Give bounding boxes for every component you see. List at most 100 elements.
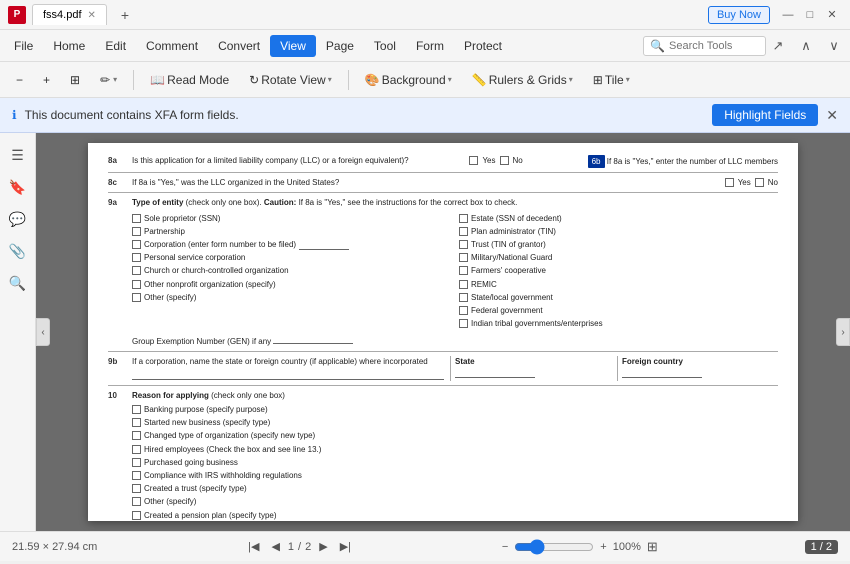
sidebar-icon-bookmark[interactable]: 🔖 bbox=[4, 173, 32, 201]
menu-view[interactable]: View bbox=[270, 35, 316, 57]
menu-home[interactable]: Home bbox=[43, 35, 95, 57]
checkbox-purchased[interactable] bbox=[132, 458, 141, 467]
zoom-in-icon: + bbox=[43, 73, 50, 87]
sidebar-icon-search[interactable]: 🔍 bbox=[4, 269, 32, 297]
checkbox-8a-no[interactable] bbox=[500, 156, 509, 165]
settings-icon[interactable]: ∧ bbox=[794, 34, 818, 58]
checkbox-indian[interactable] bbox=[459, 319, 468, 328]
menu-comment[interactable]: Comment bbox=[136, 35, 208, 57]
checkbox-other-10[interactable] bbox=[132, 497, 141, 506]
sidebar-icon-comment[interactable]: 💬 bbox=[4, 205, 32, 233]
menu-protect[interactable]: Protect bbox=[454, 35, 512, 57]
entity-col-left: Sole proprietor (SSN) Partnership Corpor… bbox=[132, 213, 451, 332]
gen-input[interactable] bbox=[273, 334, 353, 344]
sidebar-icon-menu[interactable]: ☰ bbox=[4, 141, 32, 169]
checkbox-federal[interactable] bbox=[459, 306, 468, 315]
country-header: Foreign country bbox=[622, 356, 778, 367]
toolbar-separator-1 bbox=[133, 70, 134, 90]
read-mode-label: Read Mode bbox=[167, 73, 229, 87]
corp-input[interactable] bbox=[299, 240, 349, 250]
background-icon: 🎨 bbox=[365, 73, 380, 87]
buy-now-button[interactable]: Buy Now bbox=[708, 6, 770, 24]
menu-page[interactable]: Page bbox=[316, 35, 364, 57]
zoom-in-button[interactable]: + bbox=[35, 69, 58, 91]
menu-form[interactable]: Form bbox=[406, 35, 454, 57]
checkbox-changed[interactable] bbox=[132, 431, 141, 440]
tab-add-button[interactable]: + bbox=[113, 4, 137, 26]
search-input[interactable] bbox=[669, 40, 759, 52]
checkbox-remic[interactable] bbox=[459, 280, 468, 289]
menu-tool[interactable]: Tool bbox=[364, 35, 406, 57]
entity-other: Other (specify) bbox=[132, 292, 451, 303]
checkbox-corp[interactable] bbox=[132, 240, 141, 249]
checkbox-trust[interactable] bbox=[459, 240, 468, 249]
sidebar-icon-attachment[interactable]: 📎 bbox=[4, 237, 32, 265]
collapse-right-button[interactable]: › bbox=[836, 318, 850, 346]
checkbox-church[interactable] bbox=[132, 266, 141, 275]
tile-button[interactable]: ⊞ Tile ▾ bbox=[585, 69, 638, 91]
menu-edit[interactable]: Edit bbox=[95, 35, 136, 57]
checkbox-farmers[interactable] bbox=[459, 266, 468, 275]
entity-estate: Estate (SSN of decedent) bbox=[459, 213, 778, 224]
maximize-button[interactable]: □ bbox=[800, 5, 820, 25]
state-input[interactable] bbox=[455, 368, 535, 378]
checkbox-compliance[interactable] bbox=[132, 471, 141, 480]
9b-state-input[interactable] bbox=[132, 370, 444, 380]
title-bar-left: P fss4.pdf ✕ + bbox=[8, 4, 708, 26]
tile-icon: ⊞ bbox=[593, 73, 603, 87]
checkbox-started[interactable] bbox=[132, 418, 141, 427]
zoom-out-button[interactable]: − bbox=[8, 69, 31, 91]
share-icon[interactable]: ↗ bbox=[766, 34, 790, 58]
annotation-button[interactable]: ✏ ▾ bbox=[92, 69, 125, 91]
checkbox-created-trust[interactable] bbox=[132, 484, 141, 493]
notification-close-icon[interactable]: ✕ bbox=[826, 107, 838, 124]
checkbox-estate[interactable] bbox=[459, 214, 468, 223]
view-mode-icon: ⊞ bbox=[70, 73, 80, 87]
read-mode-button[interactable]: 📖 Read Mode bbox=[142, 69, 237, 91]
rotate-view-button[interactable]: ↻ Rotate View ▾ bbox=[241, 69, 340, 91]
checkbox-hired[interactable] bbox=[132, 445, 141, 454]
checkbox-8c-no[interactable] bbox=[755, 178, 764, 187]
checkbox-pension[interactable] bbox=[132, 511, 141, 520]
checkbox-military[interactable] bbox=[459, 253, 468, 262]
first-page-button[interactable]: |◀ bbox=[244, 538, 263, 555]
zoom-out-icon-status[interactable]: − bbox=[502, 541, 508, 553]
zoom-fit-button[interactable]: ⊞ bbox=[647, 539, 658, 555]
checkbox-other[interactable] bbox=[132, 293, 141, 302]
menu-file[interactable]: File bbox=[4, 35, 43, 57]
notification-bar: ℹ This document contains XFA form fields… bbox=[0, 98, 850, 133]
checkbox-plan-admin[interactable] bbox=[459, 227, 468, 236]
close-button[interactable]: ✕ bbox=[822, 5, 842, 25]
minimize-button[interactable]: — bbox=[778, 5, 798, 25]
background-button[interactable]: 🎨 Background ▾ bbox=[357, 69, 460, 91]
next-page-button[interactable]: ▶ bbox=[315, 538, 331, 555]
checkbox-banking[interactable] bbox=[132, 405, 141, 414]
checkbox-personal[interactable] bbox=[132, 253, 141, 262]
row-9b-country: Foreign country bbox=[617, 356, 778, 380]
collapse-left-button[interactable]: ‹ bbox=[36, 318, 50, 346]
checkbox-state[interactable] bbox=[459, 293, 468, 302]
country-input[interactable] bbox=[622, 368, 702, 378]
document-dimensions: 21.59 × 27.94 cm bbox=[12, 541, 97, 553]
rulers-grids-button[interactable]: 📏 Rulers & Grids ▾ bbox=[464, 69, 581, 91]
annotation-icon: ✏ bbox=[100, 73, 110, 87]
form-row-9a: 9a Type of entity (check only one box). … bbox=[108, 197, 778, 347]
search-box[interactable]: 🔍 bbox=[643, 36, 766, 56]
checkbox-partnership[interactable] bbox=[132, 227, 141, 236]
highlight-fields-button[interactable]: Highlight Fields bbox=[712, 104, 818, 126]
zoom-slider[interactable] bbox=[514, 539, 594, 555]
tab-close-icon[interactable]: ✕ bbox=[88, 10, 96, 21]
checkbox-8c-yes[interactable] bbox=[725, 178, 734, 187]
tab-item[interactable]: fss4.pdf ✕ bbox=[32, 4, 107, 25]
checkbox-sole[interactable] bbox=[132, 214, 141, 223]
label-state: State/local government bbox=[471, 292, 553, 303]
checkbox-8a-yes[interactable] bbox=[469, 156, 478, 165]
checkbox-nonprofit[interactable] bbox=[132, 280, 141, 289]
prev-page-button[interactable]: ◀ bbox=[267, 538, 283, 555]
more-icon[interactable]: ∨ bbox=[822, 34, 846, 58]
entity-state-local: State/local government bbox=[459, 292, 603, 303]
last-page-button[interactable]: ▶| bbox=[336, 538, 355, 555]
zoom-in-icon-status[interactable]: + bbox=[600, 541, 606, 553]
menu-convert[interactable]: Convert bbox=[208, 35, 270, 57]
view-mode-button[interactable]: ⊞ bbox=[62, 69, 88, 91]
